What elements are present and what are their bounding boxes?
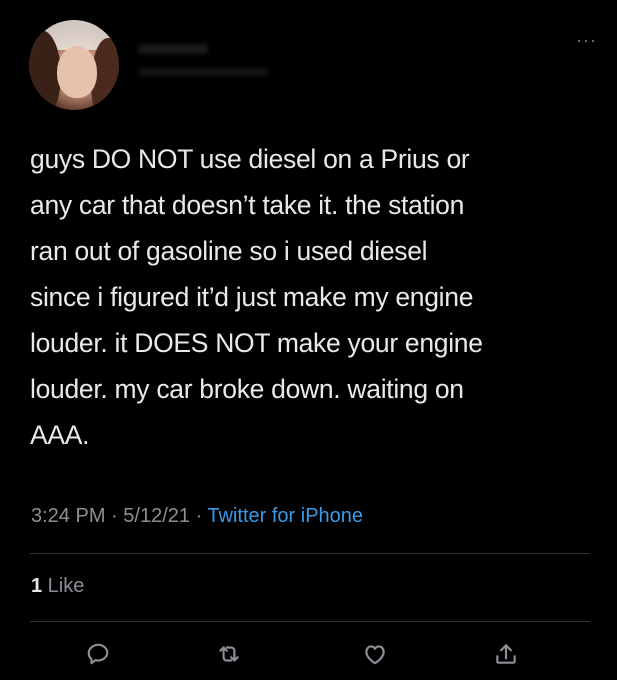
like-button[interactable] [357, 636, 393, 672]
tweet-text: guys DO NOT use diesel on a Prius or any… [30, 144, 483, 450]
reply-icon [87, 643, 109, 665]
tweet-source-link[interactable]: Twitter for iPhone [207, 505, 363, 527]
likes-count[interactable]: 1 Like [31, 575, 84, 598]
meta-separator: · [190, 505, 208, 527]
tweet-metadata: 3:24 PM · 5/12/21 · Twitter for iPhone [31, 505, 363, 528]
meta-separator: · [105, 505, 124, 527]
share-icon [496, 644, 516, 664]
likes-label: Like [42, 575, 85, 597]
avatar[interactable] [29, 20, 119, 110]
divider [30, 621, 590, 622]
more-options-icon[interactable]: ··· [576, 30, 597, 51]
reply-button[interactable] [80, 636, 116, 672]
tweet-detail: ··· guys DO NOT use diesel on a Prius or… [0, 0, 617, 680]
display-name-redacted[interactable] [138, 44, 208, 54]
action-bar [0, 636, 617, 676]
retweet-button[interactable] [211, 636, 247, 672]
tweet-date[interactable]: 5/12/21 [123, 505, 190, 527]
tweet-time[interactable]: 3:24 PM [31, 505, 105, 527]
likes-number: 1 [31, 575, 43, 597]
heart-icon [365, 645, 385, 665]
share-button[interactable] [488, 636, 524, 672]
divider [30, 553, 590, 554]
username-redacted[interactable] [138, 68, 268, 76]
retweet-icon [219, 646, 239, 662]
